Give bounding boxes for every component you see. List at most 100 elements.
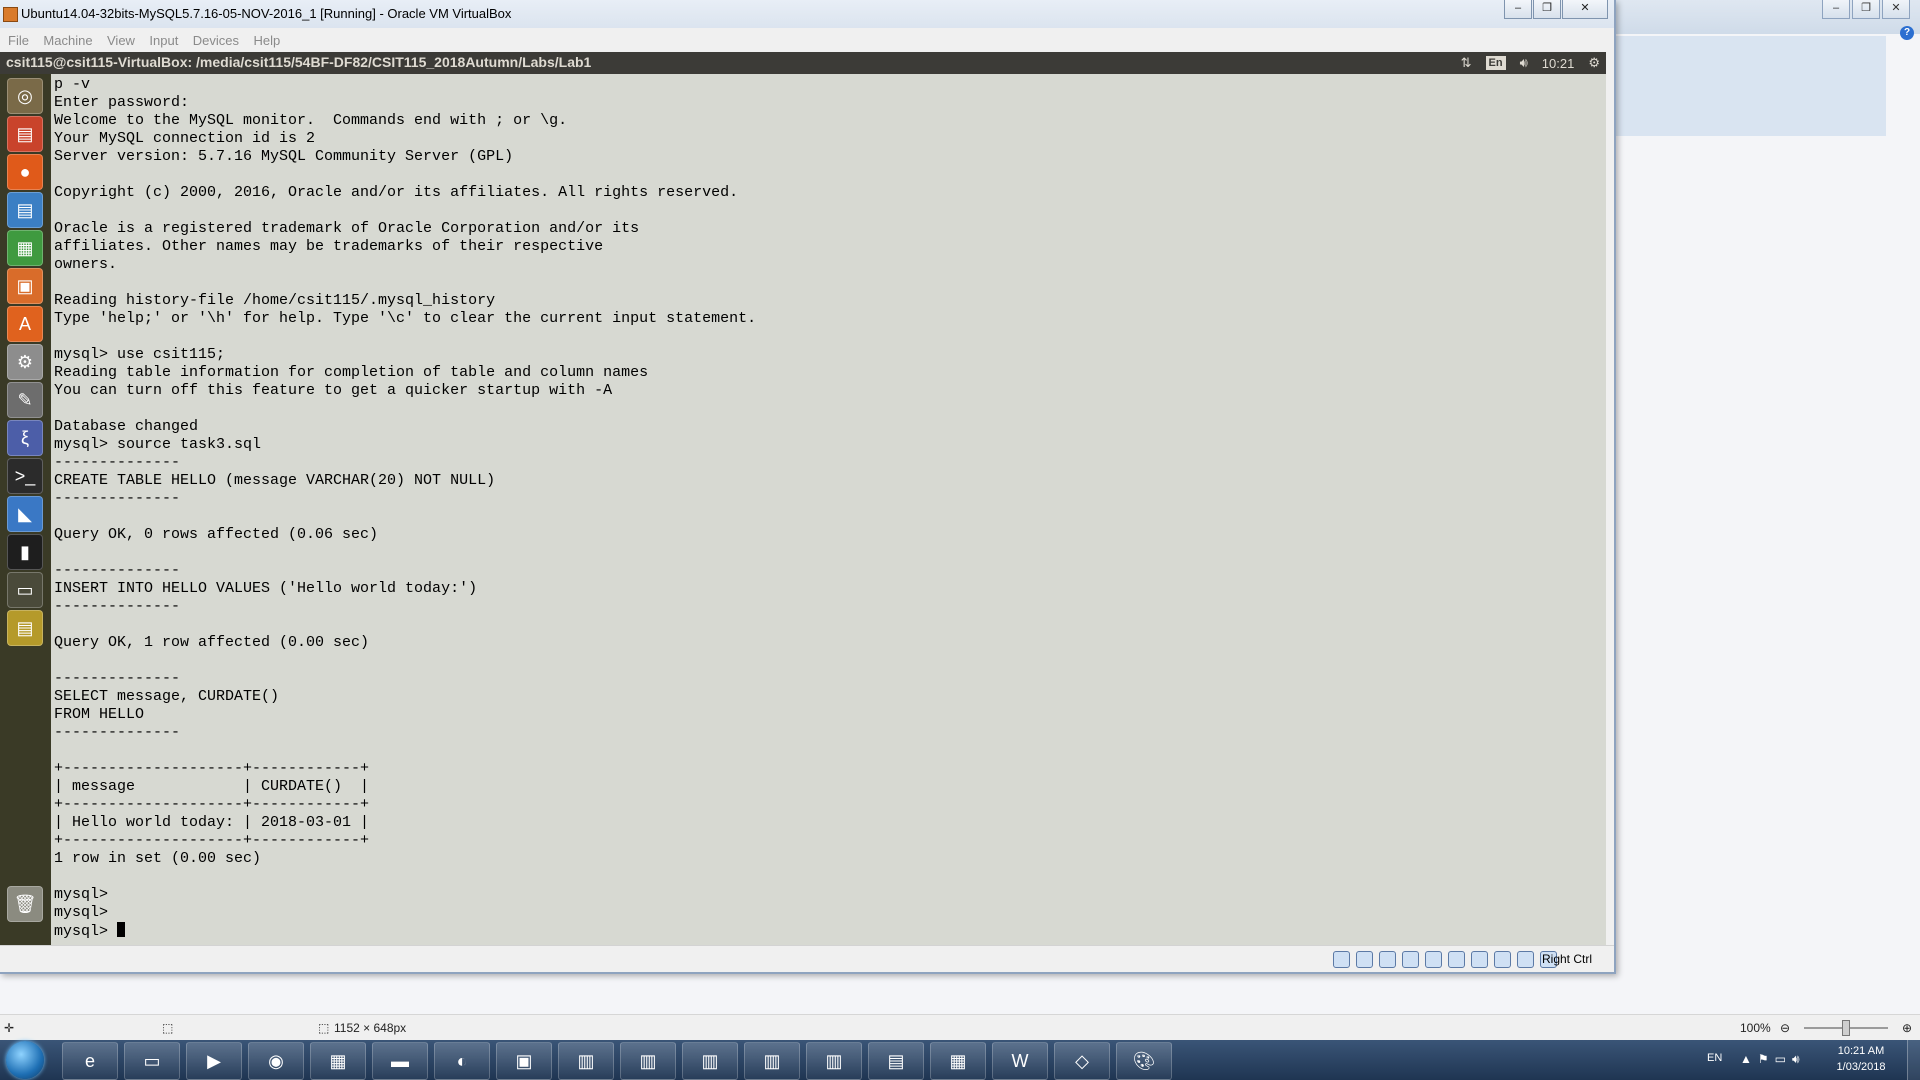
terminal-line: FROM HELLO (54, 706, 145, 723)
firefox-icon[interactable]: ● (7, 154, 43, 190)
notepad-icon[interactable]: ▤ (868, 1042, 924, 1080)
terminal-line: Query OK, 1 row affected (0.00 sec) (54, 634, 370, 651)
settings-gear-icon[interactable]: ⚙ (1588, 55, 1600, 71)
network-icon[interactable]: ⇅ (1461, 55, 1472, 71)
terminal-line: 1 row in set (0.00 sec) (54, 850, 262, 867)
terminal-cursor (117, 922, 126, 937)
menu-help[interactable]: Help (253, 30, 280, 52)
virtualbox-window: Ubuntu14.04-32bits-MySQL5.7.16-05-NOV-20… (0, 0, 1616, 974)
zoom-level: 100% (1740, 1021, 1771, 1035)
libreoffice-calc-icon[interactable]: ▦ (7, 230, 43, 266)
window-4-icon[interactable]: ▥ (744, 1042, 800, 1080)
terminal-line: Oracle is a registered trademark of Orac… (54, 220, 640, 237)
virtualbox-taskbar-icon[interactable]: ◇ (1054, 1042, 1110, 1080)
software-center-icon[interactable]: A (7, 306, 43, 342)
volume-icon[interactable]: 🔊︎ (1520, 55, 1528, 71)
maximize-button[interactable]: ❐ (1533, 0, 1561, 19)
device-status-icons (1333, 951, 1563, 968)
usb-icon[interactable] (1425, 951, 1442, 968)
show-desktop-button[interactable] (1907, 1040, 1920, 1080)
files-icon[interactable]: ▤ (7, 116, 43, 152)
terminal-line: Reading history-file /home/csit115/.mysq… (54, 292, 496, 309)
usb-drive-icon[interactable]: ▤ (7, 610, 43, 646)
tray-clock-time[interactable]: 10:21 AM (1826, 1045, 1896, 1057)
media-player-icon[interactable]: ▶ (186, 1042, 242, 1080)
system-tray-icons[interactable]: ▲⚑▭🔊︎ (1740, 1052, 1806, 1067)
audio-icon[interactable] (1379, 951, 1396, 968)
excel-icon[interactable]: ▦ (930, 1042, 986, 1080)
close-button[interactable]: ✕ (1562, 0, 1608, 19)
terminal-line: SELECT message, CURDATE() (54, 688, 280, 705)
jgrasp-icon[interactable]: ◐ (434, 1042, 490, 1080)
virtualization-icon[interactable] (1517, 951, 1534, 968)
chrome-icon[interactable]: ◉ (248, 1042, 304, 1080)
menu-devices[interactable]: Devices (193, 30, 239, 52)
console-icon[interactable]: ▮ (7, 534, 43, 570)
device-icon[interactable]: ▭ (7, 572, 43, 608)
trash-icon[interactable]: 🗑︎ (7, 886, 43, 922)
minimize-button[interactable]: – (1504, 0, 1532, 19)
terminal-line: Server version: 5.7.16 MySQL Community S… (54, 148, 514, 165)
terminal-icon[interactable]: >_ (7, 458, 43, 494)
hard-disk-icon[interactable] (1333, 951, 1350, 968)
help-icon[interactable]: ? (1900, 26, 1914, 40)
image-dimensions: 1152 × 648px (334, 1021, 407, 1035)
host-key: Right Ctrl (1542, 952, 1593, 966)
terminal-line: -------------- (54, 454, 181, 471)
optical-drive-icon[interactable] (1356, 951, 1373, 968)
file-explorer-icon[interactable]: ▭ (124, 1042, 180, 1080)
keyboard-language[interactable]: En (1485, 56, 1506, 70)
command-prompt-icon[interactable]: ▬ (372, 1042, 428, 1080)
terminal-line: Type 'help;' or '\h' for help. Type '\c'… (54, 310, 757, 327)
terminal-line: Your MySQL connection id is 2 (54, 130, 316, 147)
paint-icon[interactable]: 🎨︎ (1116, 1042, 1172, 1080)
emacs-icon[interactable]: ξ (7, 420, 43, 456)
terminal-line: mysql> use csit115; (54, 346, 226, 363)
terminal-output[interactable]: p -v Enter password: Welcome to the MySQ… (54, 76, 1602, 942)
window-2-icon[interactable]: ▥ (620, 1042, 676, 1080)
virtualbox-icon (3, 7, 18, 22)
terminal-line: mysql> source task3.sql (54, 436, 262, 453)
terminal-line: -------------- (54, 670, 181, 687)
window-5-icon[interactable]: ▥ (806, 1042, 862, 1080)
clock[interactable]: 10:21 (1542, 56, 1575, 71)
terminal-line: Database changed (54, 418, 199, 435)
mysql-workbench-icon[interactable]: ◣ (7, 496, 43, 532)
terminal-line: -------------- (54, 490, 181, 507)
start-button[interactable] (6, 1041, 44, 1079)
display-icon[interactable] (1471, 951, 1488, 968)
host-restore-button[interactable]: ❐ (1852, 0, 1880, 19)
network-adapter-icon[interactable] (1402, 951, 1419, 968)
libreoffice-writer-icon[interactable]: ▤ (7, 192, 43, 228)
window-1-icon[interactable]: ▥ (558, 1042, 614, 1080)
window-3-icon[interactable]: ▥ (682, 1042, 738, 1080)
zoom-out-icon[interactable]: ⊖ (1780, 1021, 1790, 1035)
host-window-buttons: – ❐ ✕ (1820, 0, 1910, 19)
tray-language[interactable]: EN (1707, 1052, 1722, 1064)
libreoffice-impress-icon[interactable]: ▣ (7, 268, 43, 304)
host-minimize-button[interactable]: – (1822, 0, 1850, 19)
word-icon[interactable]: W (992, 1042, 1048, 1080)
dev-cpp-icon[interactable]: ▣ (496, 1042, 552, 1080)
menu-input[interactable]: Input (149, 30, 178, 52)
shared-folders-icon[interactable] (1448, 951, 1465, 968)
terminal-line: Query OK, 0 rows affected (0.06 sec) (54, 526, 379, 543)
menu-file[interactable]: File (8, 30, 29, 52)
tray-clock-date[interactable]: 1/03/2018 (1826, 1061, 1896, 1073)
zoom-slider-thumb[interactable] (1842, 1020, 1850, 1036)
terminal-line: | message | CURDATE() | (54, 778, 370, 795)
menu-machine[interactable]: Machine (43, 30, 92, 52)
system-settings-icon[interactable]: ⚙ (7, 344, 43, 380)
windows-taskbar: e ▭ ▶ ◉ ▦ ▬ ◐ ▣ ▥ ▥ ▥ ▥ ▥ ▤ ▦ W ◇ 🎨︎ EN … (0, 1040, 1920, 1080)
host-close-button[interactable]: ✕ (1882, 0, 1910, 19)
guest-screen[interactable]: csit115@csit115-VirtualBox: /media/csit1… (0, 52, 1606, 945)
zoom-in-icon[interactable]: ⊕ (1902, 1021, 1912, 1035)
text-editor-icon[interactable]: ✎ (7, 382, 43, 418)
dash-home-icon[interactable]: ◎ (7, 78, 43, 114)
calculator-icon[interactable]: ▦ (310, 1042, 366, 1080)
video-capture-icon[interactable] (1494, 951, 1511, 968)
internet-explorer-icon[interactable]: e (62, 1042, 118, 1080)
terminal-line: Reading table information for completion… (54, 364, 649, 381)
window-buttons: – ❐ ✕ (1504, 0, 1609, 19)
menu-view[interactable]: View (107, 30, 135, 52)
